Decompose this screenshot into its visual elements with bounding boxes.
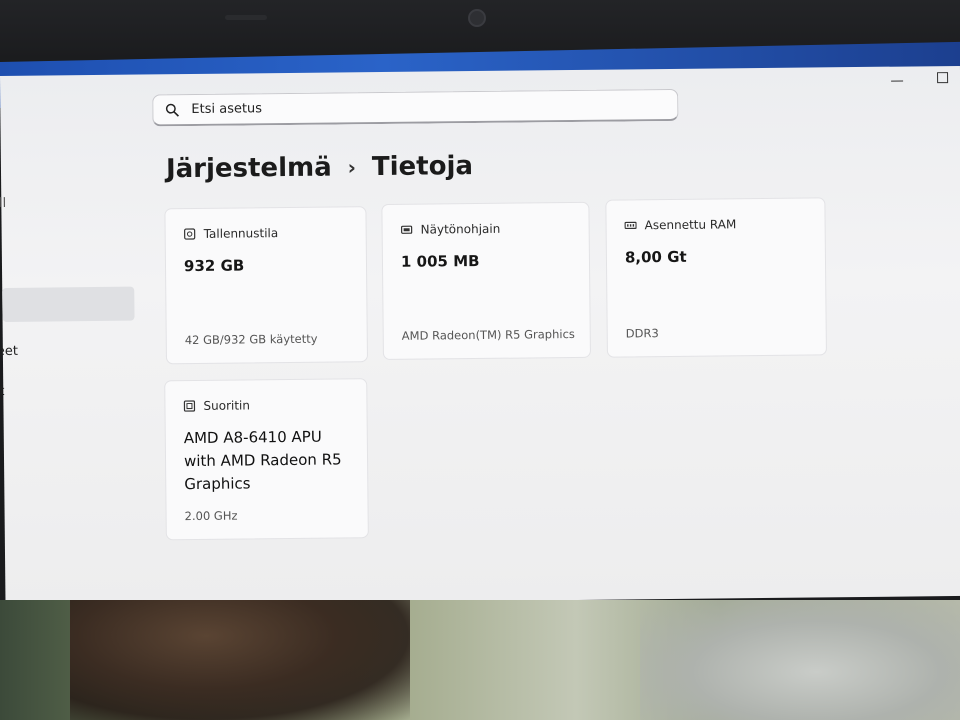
sidebar-item-partial-2[interactable]: eet: [0, 344, 18, 359]
ram-type: DDR3: [625, 326, 659, 341]
ram-card-title: Asennettu RAM: [624, 217, 737, 233]
cpu-name-line-1: AMD A8-6410 APU: [183, 427, 322, 448]
breadcrumb-separator: ›: [347, 155, 357, 180]
sidebar-item-partial-3[interactable]: t: [0, 384, 4, 399]
minimize-button[interactable]: [891, 75, 904, 82]
storage-value: 932 GB: [183, 256, 245, 276]
page-title: Tietoja: [371, 151, 474, 183]
cpu-card[interactable]: Suoritin AMD A8-6410 APU with AMD Radeon…: [164, 378, 369, 541]
settings-window: ill eet t Järjestelmä › Tietoja Tallennu…: [0, 65, 960, 606]
cpu-name-line-3: Graphics: [184, 474, 251, 494]
storage-card[interactable]: Tallennustila 932 GB 42 GB/932 GB käytet…: [164, 206, 369, 365]
wallpaper-rock: [640, 600, 960, 720]
storage-title-label: Tallennustila: [203, 226, 279, 241]
search-input[interactable]: [191, 97, 632, 117]
processor-icon: [183, 400, 196, 412]
ram-title-label: Asennettu RAM: [644, 217, 737, 233]
window-controls: [891, 72, 949, 84]
cpu-speed: 2.00 GHz: [184, 508, 238, 524]
bezel-slot: [225, 15, 267, 20]
memory-icon: [624, 221, 637, 230]
ram-value: 8,00 Gt: [624, 247, 687, 267]
sidebar-item-system-selected[interactable]: [2, 286, 135, 322]
display-adapter-icon: [401, 225, 413, 234]
wallpaper-animal: [70, 600, 410, 720]
gpu-memory-value: 1 005 MB: [400, 251, 480, 271]
gpu-card[interactable]: Näytönohjain 1 005 MB AMD Radeon(TM) R5 …: [381, 201, 591, 361]
maximize-button[interactable]: [937, 72, 949, 84]
storage-usage: 42 GB/932 GB käytetty: [184, 331, 318, 348]
sidebar-item-partial-1[interactable]: ill: [0, 196, 6, 211]
gpu-name: AMD Radeon(TM) R5 Graphics: [401, 326, 575, 343]
gpu-card-title: Näytönohjain: [401, 221, 501, 237]
cpu-title-label: Suoritin: [203, 398, 251, 413]
breadcrumb-parent[interactable]: Järjestelmä: [166, 153, 332, 185]
cpu-name-line-2: with AMD Radeon R5: [183, 450, 342, 471]
storage-icon: [184, 228, 196, 240]
storage-card-title: Tallennustila: [184, 226, 279, 241]
breadcrumb: Järjestelmä › Tietoja: [166, 151, 473, 184]
sidebar: ill eet t: [0, 75, 141, 606]
gpu-title-label: Näytönohjain: [420, 221, 501, 237]
webcam: [468, 9, 486, 27]
cpu-card-title: Suoritin: [183, 398, 250, 413]
cpu-name: AMD A8-6410 APU with AMD Radeon R5 Graph…: [184, 425, 342, 496]
search-icon: [165, 103, 179, 117]
ram-card[interactable]: Asennettu RAM 8,00 Gt DDR3: [605, 197, 827, 358]
search-box[interactable]: [152, 88, 679, 127]
